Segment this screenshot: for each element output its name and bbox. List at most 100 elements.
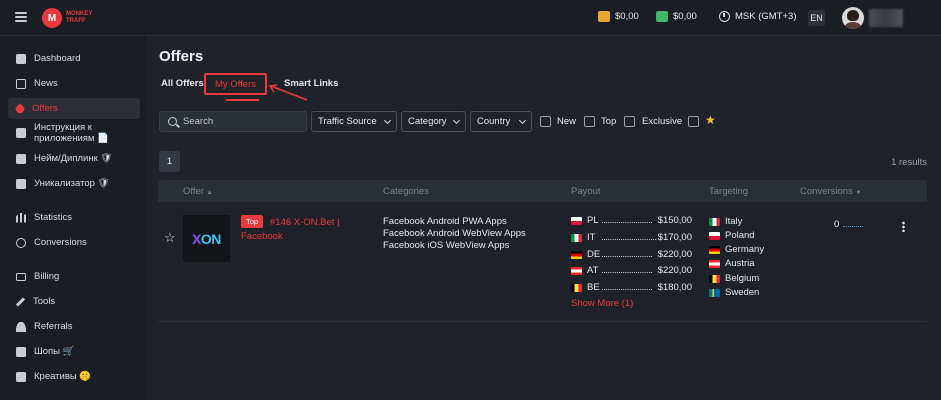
targeting-country: Germany	[725, 244, 765, 255]
sidebar-item-label: Креативы 🤫	[34, 371, 92, 382]
sidebar-item-label: Шопы 🛒	[34, 346, 75, 357]
sidebar-item-deeplink[interactable]: Нейм/Диплинк 🛡	[8, 148, 140, 169]
balance-primary-value: $0,00	[615, 11, 639, 22]
sidebar-item-label: Billing	[34, 271, 60, 282]
tab-all-offers[interactable]: All Offers	[161, 78, 204, 89]
sidebar-item-offers[interactable]: Offers	[8, 98, 140, 119]
dashboard-icon	[16, 53, 26, 64]
payout-geo: AT	[587, 265, 599, 276]
payout-item: IT .......................... $170,00	[571, 232, 692, 243]
payout-item: BE ........................ $180,00	[571, 282, 692, 293]
category-item: Facebook Android WebView Apps	[383, 228, 526, 239]
favorite-star-icon[interactable]: ☆	[164, 230, 176, 246]
search-input[interactable]	[183, 116, 303, 127]
flag-at-icon	[571, 266, 582, 275]
sidebar-item-label: Tools	[33, 296, 56, 307]
targeting-country: Austria	[725, 258, 755, 269]
country-dropdown[interactable]: Country	[470, 111, 532, 132]
wallet-icon	[598, 11, 610, 22]
targeting-item: Belgium	[709, 273, 759, 284]
sort-down-icon: ▼	[855, 190, 862, 196]
flag-be-icon	[571, 283, 582, 292]
flag-de-icon	[571, 250, 582, 259]
balance-primary[interactable]: $0,00	[598, 11, 639, 22]
sidebar-item-uniquifier[interactable]: Уникализатор 🛡	[8, 173, 140, 194]
language-switch[interactable]: EN	[808, 10, 825, 26]
balance-secondary[interactable]: $0,00	[656, 11, 697, 22]
sidebar-item-referrals[interactable]: Referrals	[8, 316, 140, 337]
payout-amount: $150,00	[657, 215, 692, 226]
favorite-checkbox[interactable]	[688, 116, 699, 127]
target-icon	[16, 237, 26, 248]
flag-de-icon	[709, 245, 720, 254]
top-badge: Top	[241, 215, 264, 228]
flag-it-icon	[709, 217, 720, 226]
sidebar-item-creatives[interactable]: Креативы 🤫	[8, 366, 140, 387]
chevron-down-icon	[383, 116, 392, 124]
active-tab-underline	[226, 99, 259, 101]
sidebar-item-label: Инструкция к	[34, 122, 92, 133]
sidebar-item-news[interactable]: News	[8, 73, 140, 94]
sidebar-item-tools[interactable]: Tools	[8, 291, 140, 312]
sidebar-item-billing[interactable]: Billing	[8, 266, 140, 287]
dropdown-label: Traffic Source	[318, 116, 377, 127]
top-checkbox-label: Top	[601, 116, 617, 127]
column-header-categories: Categories	[383, 186, 429, 197]
search-box[interactable]	[159, 111, 307, 132]
payout-geo: BE	[587, 282, 600, 293]
timezone[interactable]: MSK (GMT+3)	[719, 11, 797, 22]
sidebar-item-label: Referrals	[34, 321, 73, 332]
top-checkbox[interactable]	[584, 116, 595, 127]
sidebar-item-label: Уникализатор 🛡	[34, 178, 110, 189]
column-header-targeting: Targeting	[709, 186, 749, 197]
conversions-value: 0	[834, 219, 840, 230]
payout-item: PL ........................ $150,00	[571, 215, 692, 226]
menu-icon[interactable]	[15, 12, 27, 22]
column-header-conversions[interactable]: Conversions ▼	[800, 186, 861, 197]
sidebar-item-conversions[interactable]: Conversions	[8, 232, 140, 253]
sidebar-item-instructions[interactable]: Инструкция к приложениям 📄	[8, 121, 140, 145]
balance-secondary-value: $0,00	[673, 11, 697, 22]
tab-my-offers[interactable]: My Offers	[204, 73, 267, 95]
column-header-payout: Payout	[571, 186, 601, 197]
sidebar-item-dashboard[interactable]: Dashboard	[8, 48, 140, 69]
sidebar-item-label: Offers	[32, 103, 58, 114]
payout-amount: $180,00	[657, 282, 692, 293]
bar-chart-icon	[16, 212, 26, 223]
card-icon	[16, 272, 26, 281]
wallet-icon	[656, 11, 668, 22]
avatar[interactable]	[842, 7, 864, 29]
conversions-sparkline	[843, 226, 863, 227]
wrench-icon	[15, 296, 26, 307]
traffic-source-dropdown[interactable]: Traffic Source	[311, 111, 397, 132]
document-icon	[16, 346, 26, 357]
payout-geo: IT	[587, 232, 596, 243]
column-header-offer[interactable]: Offer ▲	[183, 186, 213, 197]
sidebar-item-shops[interactable]: Шопы 🛒	[8, 341, 140, 362]
username-blurred[interactable]	[869, 9, 903, 27]
sidebar-item-statistics[interactable]: Statistics	[8, 207, 140, 228]
flag-be-icon	[709, 274, 720, 283]
chevron-down-icon	[518, 116, 527, 124]
targeting-item: Austria	[709, 258, 755, 269]
new-checkbox[interactable]	[540, 116, 551, 127]
flag-pl-icon	[709, 231, 720, 240]
category-dropdown[interactable]: Category	[401, 111, 466, 132]
show-more-link[interactable]: Show More (1)	[571, 298, 633, 309]
flag-pl-icon	[571, 216, 582, 225]
payout-amount: $220,00	[657, 249, 692, 260]
column-header-label: Offer	[183, 186, 204, 197]
sidebar-item-label-2: приложениям 📄	[34, 133, 109, 144]
targeting-country: Belgium	[725, 273, 760, 284]
exclusive-checkbox[interactable]	[624, 116, 635, 127]
more-options-icon[interactable]	[902, 221, 905, 232]
payout-dots: ........................	[601, 215, 653, 226]
offer-logo[interactable]: X ON	[183, 215, 230, 262]
payout-dots: ........................	[601, 265, 653, 276]
payout-amount: $220,00	[657, 265, 692, 276]
logo[interactable]: M MONKEY TRAFF	[42, 8, 102, 28]
search-icon	[168, 117, 177, 126]
targeting-item: Italy	[709, 216, 742, 227]
top-bar: M MONKEY TRAFF $0,00 $0,00 MSK (GMT+3) E…	[0, 0, 941, 36]
pagination-page[interactable]: 1	[159, 151, 180, 172]
